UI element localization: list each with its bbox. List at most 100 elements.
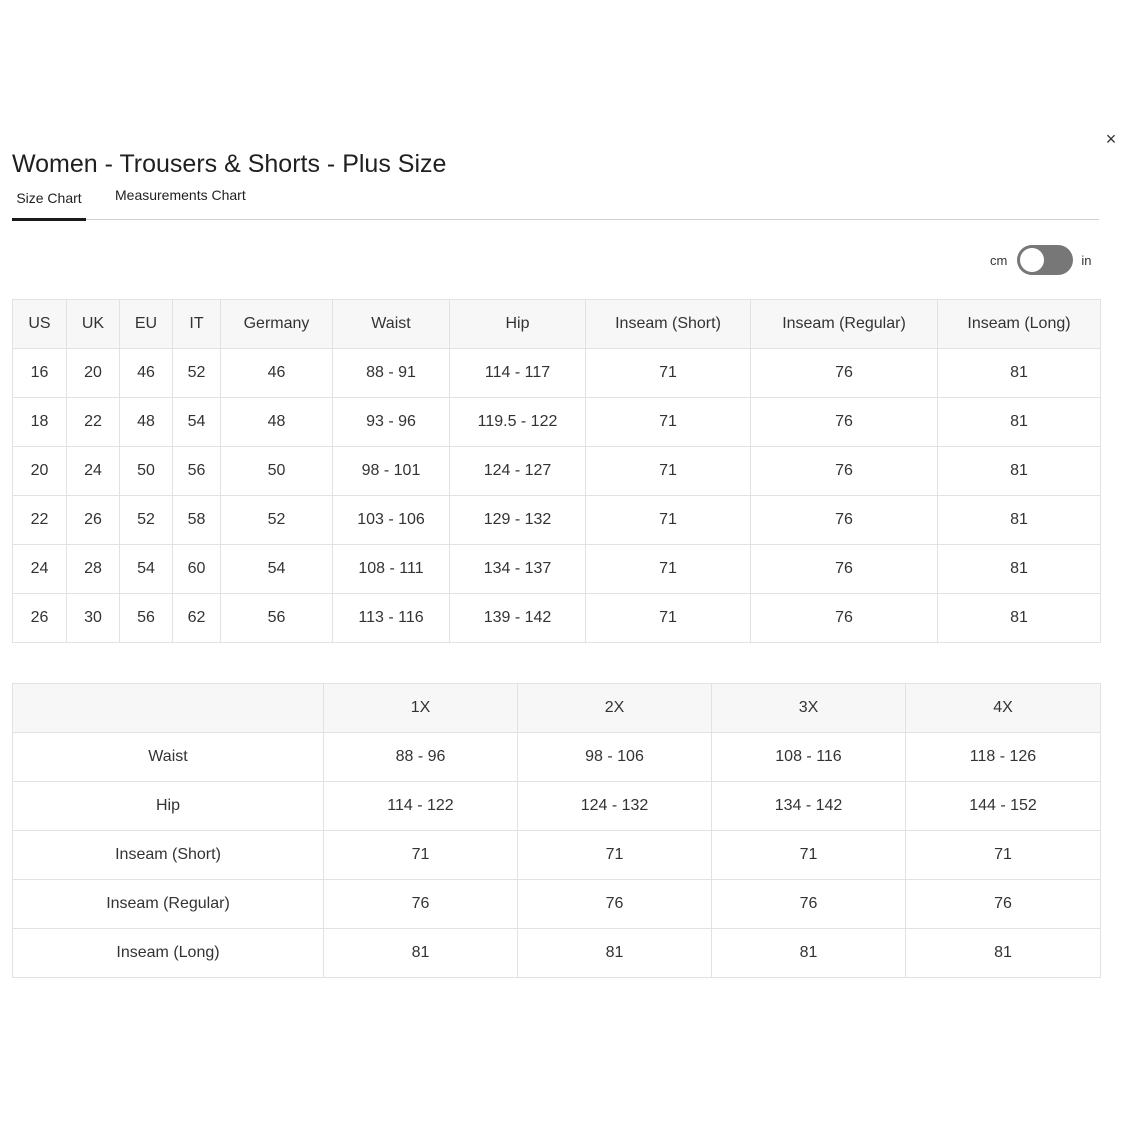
tab-measurements-chart[interactable]: Measurements Chart <box>115 187 246 215</box>
tab-bar: Size Chart Measurements Chart <box>12 183 1099 221</box>
table-cell: 113 - 116 <box>332 593 450 643</box>
table-cell: 20 <box>66 348 120 398</box>
table-cell: 71 <box>905 830 1101 880</box>
table-cell: 22 <box>12 495 67 545</box>
table-cell: 71 <box>323 830 518 880</box>
table-cell: 76 <box>323 879 518 929</box>
table-cell: 71 <box>585 544 751 594</box>
table-cell: 54 <box>119 544 173 594</box>
table-cell: 76 <box>711 879 906 929</box>
table-cell: 71 <box>517 830 712 880</box>
table-cell: 71 <box>711 830 906 880</box>
table-cell: 52 <box>172 348 221 398</box>
table-cell: 76 <box>750 544 938 594</box>
table-cell: 81 <box>905 928 1101 978</box>
table-cell: 76 <box>750 593 938 643</box>
column-header: EU <box>119 299 173 349</box>
table-cell: 50 <box>220 446 333 496</box>
page-title: Women - Trousers & Shorts - Plus Size <box>12 150 447 178</box>
plus-size-measurement-table: 1X 2X 3X 4X Waist 88 - 96 98 - 106 108 -… <box>12 683 1101 978</box>
unit-label-cm: cm <box>990 252 1008 268</box>
table-cell: 20 <box>12 446 67 496</box>
table-cell: 114 - 117 <box>449 348 586 398</box>
table-cell: 103 - 106 <box>332 495 450 545</box>
size-table-header-row: US UK EU IT Germany Waist Hip Inseam (Sh… <box>12 299 1101 349</box>
table-row: 18 22 48 54 48 93 - 96 119.5 - 122 71 76… <box>12 397 1101 447</box>
table-row: Waist 88 - 96 98 - 106 108 - 116 118 - 1… <box>12 732 1101 782</box>
table-cell: 81 <box>517 928 712 978</box>
table-row: Hip 114 - 122 124 - 132 134 - 142 144 - … <box>12 781 1101 831</box>
table-cell: 22 <box>66 397 120 447</box>
table-cell: 52 <box>119 495 173 545</box>
table-cell: 26 <box>12 593 67 643</box>
row-label: Inseam (Long) <box>12 928 324 978</box>
table-cell: 60 <box>172 544 221 594</box>
column-header: US <box>12 299 67 349</box>
table-cell: 81 <box>937 446 1101 496</box>
table-cell: 71 <box>585 397 751 447</box>
table-cell: 134 - 137 <box>449 544 586 594</box>
column-header: Inseam (Long) <box>937 299 1101 349</box>
table-cell: 76 <box>750 446 938 496</box>
table-cell: 124 - 127 <box>449 446 586 496</box>
table-cell: 108 - 116 <box>711 732 906 782</box>
close-button[interactable]: × <box>1102 130 1120 148</box>
table-row: 22 26 52 58 52 103 - 106 129 - 132 71 76… <box>12 495 1101 545</box>
table-cell: 88 - 91 <box>332 348 450 398</box>
column-header: UK <box>66 299 120 349</box>
table-cell: 81 <box>711 928 906 978</box>
column-header: Hip <box>449 299 586 349</box>
tab-size-chart[interactable]: Size Chart <box>12 190 86 221</box>
unit-switch-knob <box>1020 248 1045 272</box>
table-cell: 71 <box>585 593 751 643</box>
table-cell: 88 - 96 <box>323 732 518 782</box>
table-cell: 81 <box>937 544 1101 594</box>
table-cell: 28 <box>66 544 120 594</box>
column-header: 2X <box>517 683 712 733</box>
table-cell: 76 <box>750 397 938 447</box>
table-cell: 46 <box>119 348 173 398</box>
table-cell: 129 - 132 <box>449 495 586 545</box>
table-cell: 50 <box>119 446 173 496</box>
table-cell: 119.5 - 122 <box>449 397 586 447</box>
table-cell: 58 <box>172 495 221 545</box>
table-cell: 71 <box>585 348 751 398</box>
table-cell: 71 <box>585 495 751 545</box>
table-cell: 76 <box>517 879 712 929</box>
unit-switch[interactable] <box>1017 245 1074 275</box>
table-cell: 134 - 142 <box>711 781 906 831</box>
table-cell: 62 <box>172 593 221 643</box>
table-cell: 76 <box>750 495 938 545</box>
table-cell: 24 <box>66 446 120 496</box>
table-cell: 56 <box>220 593 333 643</box>
column-header: Inseam (Short) <box>585 299 751 349</box>
table-row: 20 24 50 56 50 98 - 101 124 - 127 71 76 … <box>12 446 1101 496</box>
table-row: Inseam (Short) 71 71 71 71 <box>12 830 1101 880</box>
size-chart-table: US UK EU IT Germany Waist Hip Inseam (Sh… <box>12 299 1101 643</box>
table-cell: 46 <box>220 348 333 398</box>
column-header: Germany <box>220 299 333 349</box>
unit-toggle: cm in <box>990 244 1091 276</box>
table-row: 16 20 46 52 46 88 - 91 114 - 117 71 76 8… <box>12 348 1101 398</box>
column-header: 3X <box>711 683 906 733</box>
table-cell: 118 - 126 <box>905 732 1101 782</box>
table-cell: 54 <box>220 544 333 594</box>
table-cell: 71 <box>585 446 751 496</box>
row-label: Inseam (Short) <box>12 830 324 880</box>
column-header: Waist <box>332 299 450 349</box>
table-cell: 76 <box>750 348 938 398</box>
row-label: Hip <box>12 781 324 831</box>
table-cell: 81 <box>323 928 518 978</box>
table-cell: 52 <box>220 495 333 545</box>
table-row: 24 28 54 60 54 108 - 111 134 - 137 71 76… <box>12 544 1101 594</box>
column-header: Inseam (Regular) <box>750 299 938 349</box>
column-header: 1X <box>323 683 518 733</box>
unit-label-in: in <box>1081 252 1092 268</box>
table-cell: 144 - 152 <box>905 781 1101 831</box>
table-cell: 81 <box>937 495 1101 545</box>
table-cell: 108 - 111 <box>332 544 450 594</box>
table-row: Inseam (Long) 81 81 81 81 <box>12 928 1101 978</box>
column-header <box>12 683 324 733</box>
table-cell: 56 <box>119 593 173 643</box>
table-row: 26 30 56 62 56 113 - 116 139 - 142 71 76… <box>12 593 1101 643</box>
